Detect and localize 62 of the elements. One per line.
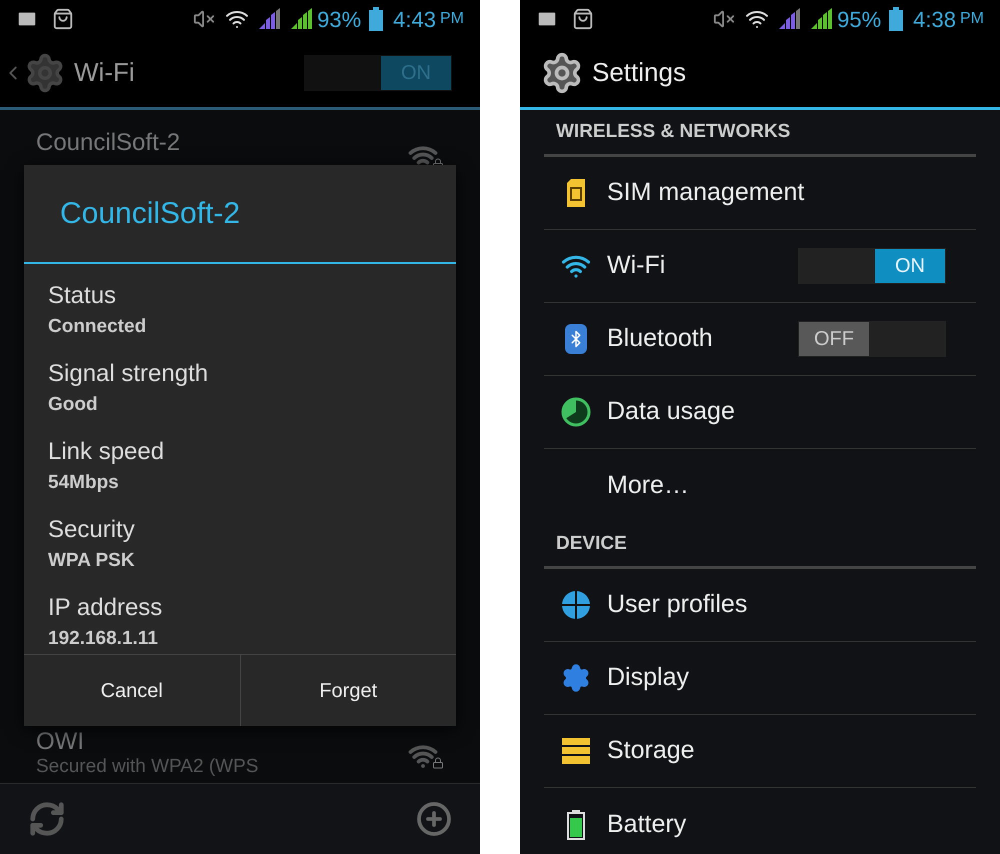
battery-icon [566,810,584,840]
settings-item[interactable]: Wi-Fi ON [544,230,976,303]
mute-icon [193,8,216,30]
mute-icon [713,8,736,30]
screen-title: Settings [592,56,686,89]
item-label: User profiles [607,589,748,620]
section-header: WIRELESS & NETWORKS [556,120,790,144]
field-label: Signal strength [48,359,210,389]
battery-icon [369,7,384,31]
network-item[interactable]: OWI Secured with WPA2 (WPS [0,729,480,783]
settings-item[interactable]: More… [544,449,976,522]
profiles-icon [560,590,590,620]
battery-percent: 95% [837,6,882,34]
field-value: Good [48,393,99,417]
settings-item[interactable]: Display [544,642,976,715]
settings-item[interactable]: User profiles [544,569,976,642]
add-network-icon[interactable] [416,801,452,837]
item-label: Storage [607,735,696,766]
settings-item[interactable]: Battery [544,788,976,854]
field-value: 54Mbps [48,471,120,495]
field-label: IP address [48,593,164,623]
brightness-gear-icon [560,663,590,693]
item-label: Data usage [607,396,736,428]
store-bag-icon [572,8,594,30]
clock-period: PM [440,9,464,29]
item-label: More… [607,470,690,501]
clock-time: 4:38 [913,6,956,34]
dialog-button[interactable]: Forget [240,655,456,726]
field-value: 192.168.1.11 [48,627,159,651]
storage-icon [562,738,590,764]
item-label: SIM management [607,177,806,208]
settings-item[interactable]: Bluetooth OFF [544,303,976,376]
bluetooth-icon [564,324,586,354]
toggle-switch[interactable]: OFF [798,321,946,357]
network-security: Secured with WPA2 (WPS [36,755,260,779]
item-label: Display [607,662,690,694]
item-label: Battery [607,808,688,840]
dialog-button[interactable]: Cancel [24,655,240,726]
battery-percent: 93% [317,6,362,34]
network-name: OWI [36,729,85,755]
data-pie-icon [560,397,590,427]
field-value: Connected [48,315,148,339]
field-label: Security [48,515,136,545]
battery-icon [889,7,904,31]
sim-card-icon [564,179,586,207]
network-name: CouncilSoft-2 [36,130,182,156]
settings-item[interactable]: Storage [544,715,976,788]
clock-time: 4:43 [393,6,436,34]
network-item[interactable]: CouncilSoft-2 [0,110,480,170]
dialog-title: CouncilSoft-2 [60,196,240,232]
section-header: DEVICE [556,532,627,556]
field-label: Status [48,281,118,311]
field-value: WPA PSK [48,549,136,573]
store-bag-icon [52,8,74,30]
item-label: Wi-Fi [607,250,666,282]
settings-item[interactable]: Data usage [544,376,976,449]
screen-title: Wi-Fi [74,56,135,89]
item-label: Bluetooth [607,323,714,354]
settings-item[interactable]: SIM management [544,157,976,230]
field-label: Link speed [48,437,166,467]
refresh-icon[interactable] [28,800,66,838]
clock-period: PM [960,9,984,29]
